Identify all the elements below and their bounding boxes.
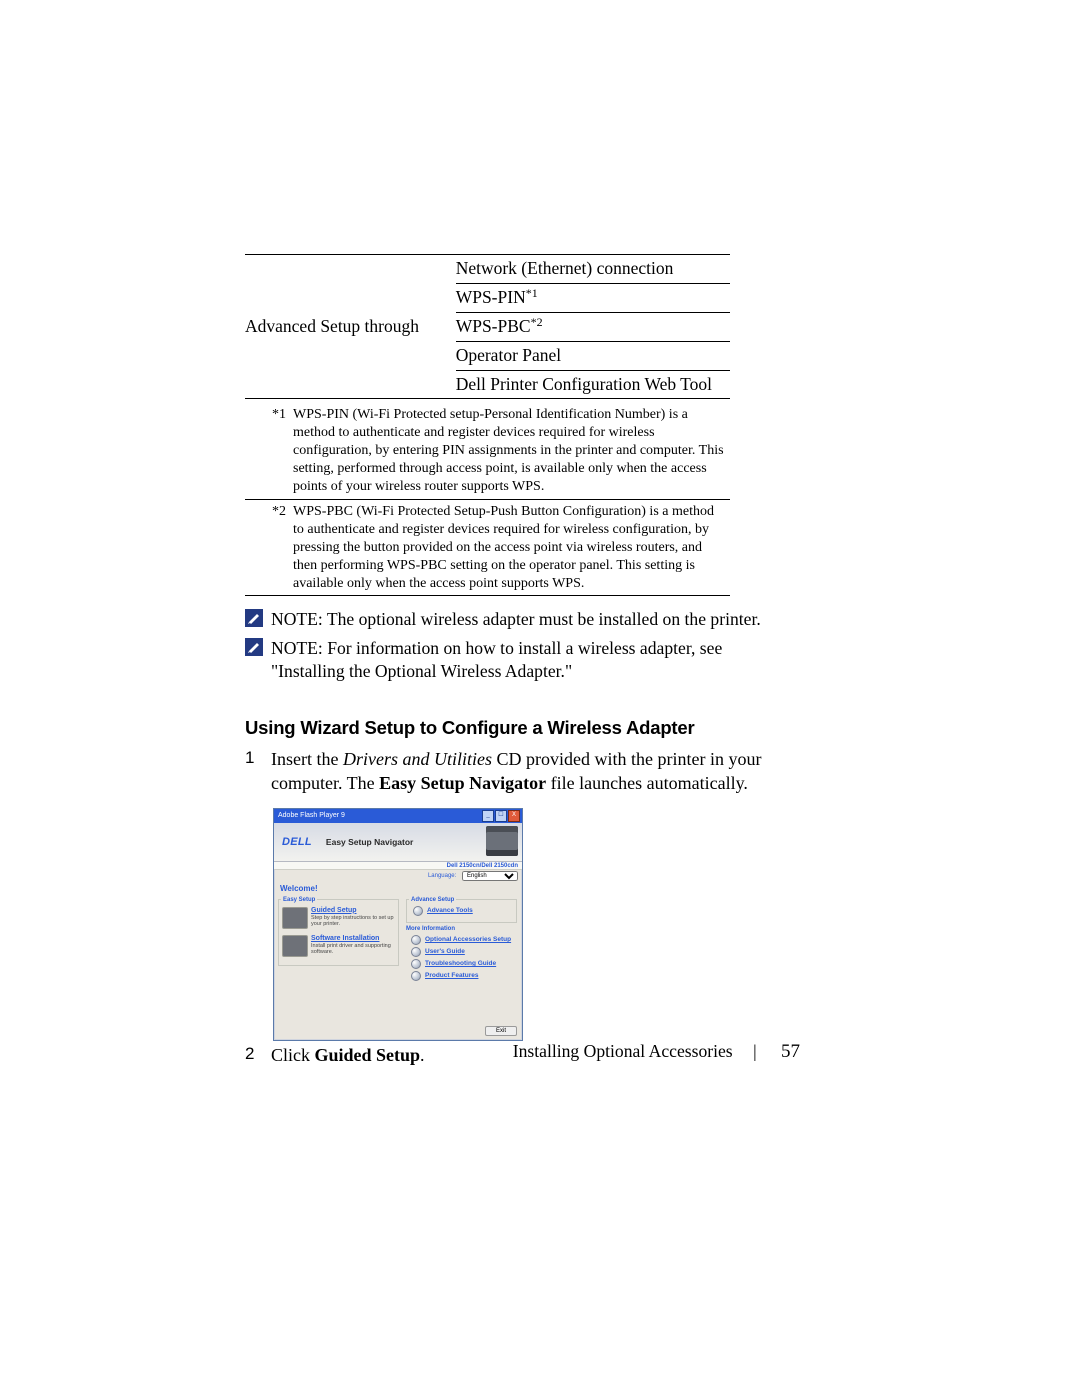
advance-setup-box: Advance Setup Advance Tools — [406, 897, 517, 923]
guided-setup-item[interactable]: Guided Setup Step by step instructions t… — [282, 907, 395, 929]
troubleshooting-guide-item[interactable]: Troubleshooting Guide — [411, 959, 514, 969]
advance-setup-legend: Advance Setup — [409, 897, 456, 903]
conn-row-ethernet: Network (Ethernet) connection — [456, 255, 730, 284]
conn-row-web-tool: Dell Printer Configuration Web Tool — [456, 370, 730, 399]
welcome-label: Welcome! — [274, 882, 522, 895]
exit-button[interactable]: Exit — [485, 1026, 517, 1036]
guided-setup-icon — [282, 907, 308, 929]
step-1: 1 Insert the Drivers and Utilities CD pr… — [245, 747, 800, 796]
product-features-item[interactable]: Product Features — [411, 971, 514, 981]
conn-row-wps-pin: WPS-PIN*1 — [456, 283, 730, 312]
page-number: 57 — [781, 1041, 800, 1062]
footnote-1-label: *1 — [245, 403, 292, 499]
software-installation-icon — [282, 935, 308, 957]
note-1: NOTE: The optional wireless adapter must… — [245, 608, 800, 631]
window-titlebar: Adobe Flash Player 9 _ ☐ X — [274, 809, 522, 823]
navigator-header: DELL Easy Setup Navigator — [274, 823, 522, 862]
footer-separator: | — [753, 1041, 757, 1062]
users-guide-item[interactable]: User's Guide — [411, 947, 514, 957]
conn-row-wps-pbc: WPS-PBC*2 — [456, 312, 730, 341]
advanced-setup-label: Advanced Setup through — [245, 312, 456, 341]
software-installation-link[interactable]: Software Installation — [311, 935, 395, 942]
connection-type-table: Network (Ethernet) connection WPS-PIN*1 … — [245, 254, 730, 399]
advance-tools-item[interactable]: Advance Tools — [413, 906, 512, 916]
close-button[interactable]: X — [508, 810, 520, 822]
easy-setup-legend: Easy Setup — [281, 897, 317, 903]
easy-setup-box: Easy Setup Guided Setup Step by step ins… — [278, 897, 399, 966]
footnote-2-text: WPS-PBC (Wi-Fi Protected Setup-Push Butt… — [292, 499, 730, 596]
footer-section: Installing Optional Accessories — [513, 1041, 733, 1061]
footnote-2-label: *2 — [245, 499, 292, 596]
footnote-1-text: WPS-PIN (Wi-Fi Protected setup-Personal … — [292, 403, 730, 499]
step-1-text: Insert the Drivers and Utilities CD prov… — [271, 747, 800, 796]
language-label: Language: — [428, 873, 456, 879]
guided-setup-desc: Step by step instructions to set up your… — [311, 915, 395, 928]
software-installation-item[interactable]: Software Installation Install print driv… — [282, 935, 395, 957]
model-label: Dell 2150cn/Dell 2150cdn — [274, 862, 522, 870]
bullet-icon — [413, 906, 423, 916]
window-title: Adobe Flash Player 9 — [278, 809, 345, 823]
note-2: NOTE: For information on how to install … — [245, 637, 800, 683]
bullet-icon — [411, 959, 421, 969]
language-row: Language: English — [274, 870, 522, 882]
bullet-icon — [411, 935, 421, 945]
bullet-icon — [411, 947, 421, 957]
software-installation-desc: Install print driver and supporting soft… — [311, 943, 395, 956]
guided-setup-link[interactable]: Guided Setup — [311, 907, 395, 914]
minimize-button[interactable]: _ — [482, 810, 494, 822]
more-information-legend: More Information — [406, 926, 520, 932]
optional-accessories-item[interactable]: Optional Accessories Setup — [411, 935, 514, 945]
conn-row-operator-panel: Operator Panel — [456, 341, 730, 370]
easy-setup-navigator-window: Adobe Flash Player 9 _ ☐ X DELL Easy Set… — [273, 808, 523, 1041]
printer-icon — [486, 826, 518, 856]
step-1-number: 1 — [245, 747, 271, 770]
dell-logo: DELL — [282, 836, 312, 848]
maximize-button[interactable]: ☐ — [495, 810, 507, 822]
navigator-title: Easy Setup Navigator — [326, 837, 413, 847]
note-2-text: NOTE: For information on how to install … — [271, 637, 800, 683]
language-select[interactable]: English — [462, 871, 518, 881]
footnotes: *1 WPS-PIN (Wi-Fi Protected setup-Person… — [245, 403, 730, 596]
note-1-text: NOTE: The optional wireless adapter must… — [271, 608, 761, 631]
note-icon — [245, 609, 263, 627]
bullet-icon — [411, 971, 421, 981]
page-footer: Installing Optional Accessories | 57 — [245, 1041, 800, 1063]
section-heading: Using Wizard Setup to Configure a Wirele… — [245, 717, 800, 739]
note-icon — [245, 638, 263, 656]
